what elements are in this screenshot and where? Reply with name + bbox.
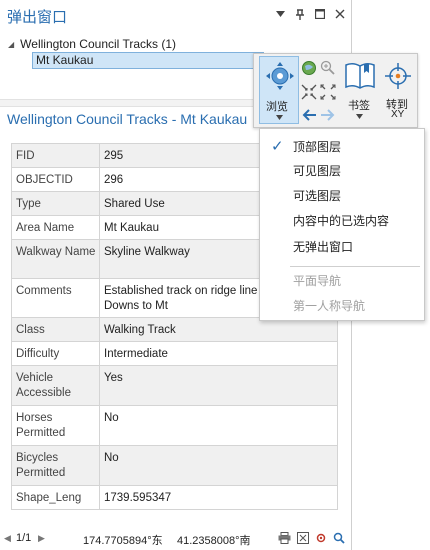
tree-layer-row[interactable]: ◢ Wellington Council Tracks (1) [8, 37, 176, 51]
table-row: Vehicle Accessible Yes [11, 365, 338, 406]
status-bar: ◀ 1/1 ▶ 174.7705894°东 41.2358008°南 [0, 529, 352, 550]
chevron-down-icon [356, 114, 363, 119]
menu-item-label: 内容中的已选内容 [293, 214, 390, 228]
pin-icon[interactable] [294, 8, 306, 20]
menu-item-no-popups[interactable]: 无弹出窗口 [261, 235, 423, 259]
pane-titlebar: 弹出窗口 [0, 0, 352, 31]
previous-extent-icon[interactable] [301, 107, 317, 123]
explore-button[interactable]: 浏览 [259, 56, 299, 124]
menu-item-first-person-navigation: 第一人称导航 [261, 294, 423, 318]
close-icon[interactable] [334, 8, 346, 20]
menu-item-label: 可选图层 [293, 189, 342, 203]
settings-icon[interactable] [314, 531, 327, 544]
explore-icon [266, 62, 294, 90]
explore-label: 浏览 [266, 101, 288, 113]
field-name: Area Name [11, 215, 100, 240]
bookmarks-button[interactable]: 书签 [342, 56, 378, 124]
print-icon[interactable] [278, 531, 291, 544]
pane-title: 弹出窗口 [7, 9, 68, 26]
field-name: Vehicle Accessible [11, 365, 100, 406]
field-name: Walkway Name [11, 239, 100, 279]
table-row: Class Walking Track [11, 317, 338, 342]
pane-controls [274, 8, 346, 20]
menu-item-label: 第一人称导航 [293, 299, 366, 313]
crosshair-icon [385, 63, 411, 89]
export-icon[interactable] [296, 531, 309, 544]
go-to-xy-label-2: XY [391, 109, 405, 120]
coordinate-y: 41.2358008°南 [177, 535, 251, 547]
chevron-down-icon[interactable] [274, 8, 286, 20]
chevron-down-icon [276, 115, 283, 120]
field-name: Bicycles Permitted [11, 445, 100, 486]
menu-item-label: 平面导航 [293, 274, 342, 288]
field-value: No [99, 405, 338, 446]
go-to-xy-button[interactable]: 转到 XY [380, 56, 416, 124]
table-row: Difficulty Intermediate [11, 341, 338, 366]
tree-layer-label: Wellington Council Tracks (1) [20, 37, 176, 51]
field-value: Intermediate [99, 341, 338, 366]
table-row: Bicycles Permitted No [11, 445, 338, 486]
menu-separator [290, 266, 420, 267]
menu-item-selected-in-contents[interactable]: 内容中的已选内容 [261, 209, 423, 233]
coordinate-x: 174.7705894°东 [83, 535, 163, 547]
map-navigate-ribbon: 浏览 书签 转到 XY [253, 53, 418, 128]
bookmark-icon [345, 62, 375, 89]
next-extent-icon[interactable] [320, 107, 336, 123]
zoom-in-fixed-icon[interactable] [301, 84, 317, 100]
menu-item-label: 可见图层 [293, 164, 342, 178]
next-feature-icon[interactable]: ▶ [38, 533, 45, 544]
expand-arrow-icon[interactable]: ◢ [8, 40, 14, 49]
explore-popup-menu: ✓ 顶部图层 可见图层 可选图层 内容中的已选内容 无弹出窗口 平面导航 第一人… [259, 128, 425, 321]
table-row: Horses Permitted No [11, 405, 338, 446]
field-name: Class [11, 317, 100, 342]
popup-title: Wellington Council Tracks - Mt Kaukau [7, 111, 248, 127]
field-value: Yes [99, 365, 338, 406]
table-row: Shape_Leng 1739.595347 [11, 485, 338, 510]
full-extent-icon[interactable] [301, 60, 317, 76]
field-value: No [99, 445, 338, 486]
fixed-zoom-icon[interactable] [320, 60, 336, 76]
maximize-icon[interactable] [314, 8, 326, 20]
menu-item-top-layer[interactable]: ✓ 顶部图层 [261, 135, 423, 159]
field-name: Shape_Leng [11, 485, 100, 510]
field-name: OBJECTID [11, 167, 100, 192]
zoom-to-icon[interactable] [332, 531, 345, 544]
field-value: Walking Track [99, 317, 338, 342]
tree-feature-item[interactable]: Mt Kaukau [32, 52, 264, 69]
previous-feature-icon[interactable]: ◀ [4, 533, 11, 544]
field-name: Type [11, 191, 100, 216]
field-name: Comments [11, 278, 100, 318]
menu-item-selectable-layers[interactable]: 可选图层 [261, 184, 423, 208]
field-value: 1739.595347 [99, 485, 338, 510]
menu-item-label: 顶部图层 [293, 140, 342, 154]
status-actions [278, 531, 345, 544]
checkmark-icon: ✓ [271, 138, 284, 155]
field-name: Difficulty [11, 341, 100, 366]
bookmarks-label: 书签 [348, 100, 370, 112]
menu-item-2d-navigation: 平面导航 [261, 269, 423, 293]
field-name: Horses Permitted [11, 405, 100, 446]
zoom-out-fixed-icon[interactable] [320, 84, 336, 100]
menu-item-visible-layers[interactable]: 可见图层 [261, 159, 423, 183]
menu-item-label: 无弹出窗口 [293, 240, 354, 254]
feature-page-indicator: 1/1 [16, 532, 32, 544]
field-name: FID [11, 143, 100, 168]
